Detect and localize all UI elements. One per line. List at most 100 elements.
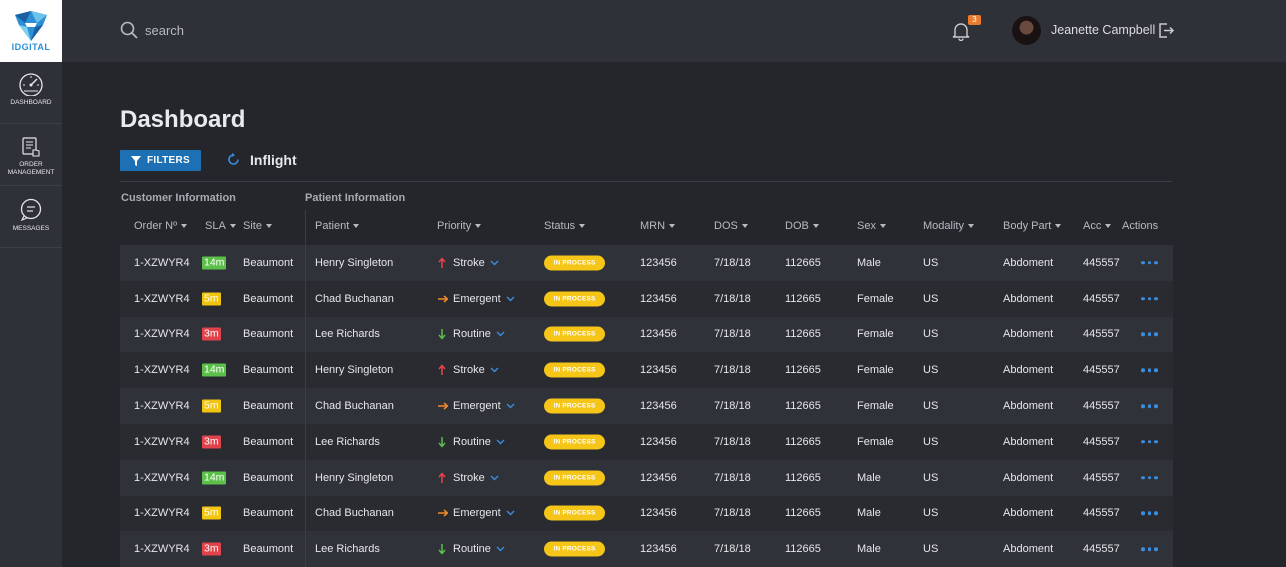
patient-name[interactable]: Lee Richards — [315, 543, 380, 555]
priority-dropdown[interactable]: Routine — [438, 543, 505, 555]
order-number[interactable]: 1-XZWYR4 — [134, 543, 190, 555]
col-header-mrn[interactable]: MRN — [640, 220, 676, 232]
chevron-down-icon — [490, 260, 499, 266]
priority-dropdown[interactable]: Stroke — [438, 472, 499, 484]
col-header-dos[interactable]: DOS — [714, 220, 748, 232]
status-badge: IN PROCESS — [544, 398, 605, 414]
table-row[interactable]: 1-XZWYR4 5m Beaumont Chad Buchanan Emergent I… — [120, 495, 1173, 532]
more-actions-icon[interactable] — [1141, 368, 1158, 373]
dot — [1154, 332, 1158, 337]
mrn: 123456 — [640, 471, 677, 484]
order-number[interactable]: 1-XZWYR4 — [134, 257, 190, 269]
priority-dropdown[interactable]: Stroke — [438, 364, 499, 376]
order-number[interactable]: 1-XZWYR4 — [134, 364, 190, 376]
table-row[interactable]: 1-XZWYR4 14m Beaumont Henry Singleton Stroke… — [120, 459, 1173, 496]
col-header-acc[interactable]: Acc — [1083, 220, 1112, 232]
chevron-down-icon — [490, 475, 499, 481]
chevron-down-icon — [506, 403, 515, 409]
dot — [1154, 547, 1158, 552]
order-number[interactable]: 1-XZWYR4 — [134, 293, 190, 305]
order-number[interactable]: 1-XZWYR4 — [134, 472, 190, 484]
order-number[interactable]: 1-XZWYR4 — [134, 507, 190, 519]
sla-badge: 5m — [202, 292, 221, 306]
order-number[interactable]: 1-XZWYR4 — [134, 328, 190, 340]
brand-logo[interactable]: IDGITAL — [0, 0, 62, 62]
col-header-label: Sex — [857, 220, 876, 232]
sex: Male — [857, 507, 881, 520]
arrow-down-icon — [438, 436, 446, 448]
patient-name[interactable]: Henry Singleton — [315, 472, 393, 484]
more-actions-icon[interactable] — [1141, 475, 1158, 480]
col-header-patient[interactable]: Patient — [315, 220, 360, 232]
patient-name[interactable]: Chad Buchanan — [315, 507, 394, 519]
patient-name[interactable]: Henry Singleton — [315, 257, 393, 269]
status-badge: IN PROCESS — [544, 326, 605, 342]
table-row[interactable]: 1-XZWYR4 5m Beaumont Chad Buchanan Emergent I… — [120, 280, 1173, 317]
user-name[interactable]: Jeanette Campbell — [1051, 23, 1155, 37]
more-actions-icon[interactable] — [1141, 511, 1158, 516]
table-row[interactable]: 1-XZWYR4 14m Beaumont Henry Singleton Stroke… — [120, 245, 1173, 281]
logout-icon[interactable] — [1158, 22, 1175, 39]
col-header-sex[interactable]: Sex — [857, 220, 886, 232]
table-row[interactable]: 1-XZWYR4 3m Beaumont Lee Richards Routine IN … — [120, 423, 1173, 460]
priority-dropdown[interactable]: Emergent — [438, 400, 515, 412]
chevron-down-icon — [490, 367, 499, 373]
col-header-dob[interactable]: DOB — [785, 220, 819, 232]
priority-dropdown[interactable]: Emergent — [438, 507, 515, 519]
sla-badge: 5m — [202, 506, 221, 520]
site: Beaumont — [243, 507, 294, 520]
more-actions-icon[interactable] — [1141, 296, 1158, 301]
status-badge: IN PROCESS — [544, 541, 605, 557]
order-number[interactable]: 1-XZWYR4 — [134, 436, 190, 448]
sidebar-item-order-management[interactable]: ORDER MANAGEMENT — [0, 124, 62, 186]
priority-dropdown[interactable]: Routine — [438, 436, 505, 448]
caret-down-icon — [879, 224, 886, 228]
more-actions-icon[interactable] — [1141, 404, 1158, 408]
table-row[interactable]: 1-XZWYR4 14m Beaumont Henry Singleton Stroke… — [120, 352, 1173, 389]
filters-button[interactable]: FILTERS — [120, 150, 201, 171]
patient-name[interactable]: Chad Buchanan — [315, 293, 394, 305]
refresh-icon[interactable] — [227, 153, 240, 166]
logo-mark-icon — [15, 10, 47, 41]
col-header-site[interactable]: Site — [243, 220, 272, 232]
sidebar-item-messages[interactable]: MESSAGES — [0, 186, 62, 248]
more-actions-icon[interactable] — [1141, 332, 1158, 337]
col-header-order[interactable]: Order Nº — [134, 220, 188, 232]
col-header-sla[interactable]: SLA — [205, 220, 236, 232]
patient-name[interactable]: Henry Singleton — [315, 364, 393, 376]
patient-name[interactable]: Chad Buchanan — [315, 400, 394, 412]
priority-dropdown[interactable]: Emergent — [438, 293, 515, 305]
more-actions-icon[interactable] — [1141, 261, 1158, 265]
table-row[interactable]: 1-XZWYR4 3m Beaumont Lee Richards Routine IN … — [120, 531, 1173, 567]
priority-dropdown[interactable]: Routine — [438, 328, 505, 340]
acc: 445557 — [1083, 507, 1120, 520]
chevron-down-icon — [506, 296, 515, 302]
more-actions-icon[interactable] — [1141, 440, 1158, 444]
patient-name[interactable]: Lee Richards — [315, 436, 380, 448]
dot — [1141, 332, 1145, 337]
dot — [1154, 261, 1158, 265]
site: Beaumont — [243, 328, 294, 341]
filters-label: FILTERS — [146, 155, 191, 166]
arrow-down-icon — [438, 329, 446, 341]
priority-dropdown[interactable]: Stroke — [438, 257, 499, 269]
patient-name[interactable]: Lee Richards — [315, 328, 380, 340]
sidebar-item-dashboard[interactable]: DASHBOARD — [0, 62, 62, 124]
table-row[interactable]: 1-XZWYR4 3m Beaumont Lee Richards Routine IN … — [120, 316, 1173, 353]
group-header-patient: Patient Information — [305, 192, 406, 204]
col-header-body-part[interactable]: Body Part — [1003, 220, 1062, 232]
col-header-status[interactable]: Status — [544, 220, 586, 232]
priority-label: Stroke — [453, 471, 485, 484]
table-row[interactable]: 1-XZWYR4 5m Beaumont Chad Buchanan Emergent I… — [120, 388, 1173, 424]
search-input[interactable]: search — [120, 21, 184, 39]
col-header-priority[interactable]: Priority — [437, 220, 482, 232]
avatar[interactable] — [1012, 16, 1041, 45]
order-number[interactable]: 1-XZWYR4 — [134, 400, 190, 412]
col-header-modality[interactable]: Modality — [923, 220, 974, 232]
search-icon — [120, 21, 138, 39]
body-part: Abdoment — [1003, 507, 1054, 520]
col-header-label: Actions — [1122, 220, 1159, 232]
more-actions-icon[interactable] — [1141, 547, 1158, 552]
body-part: Abdoment — [1003, 435, 1054, 448]
dot — [1147, 261, 1151, 265]
